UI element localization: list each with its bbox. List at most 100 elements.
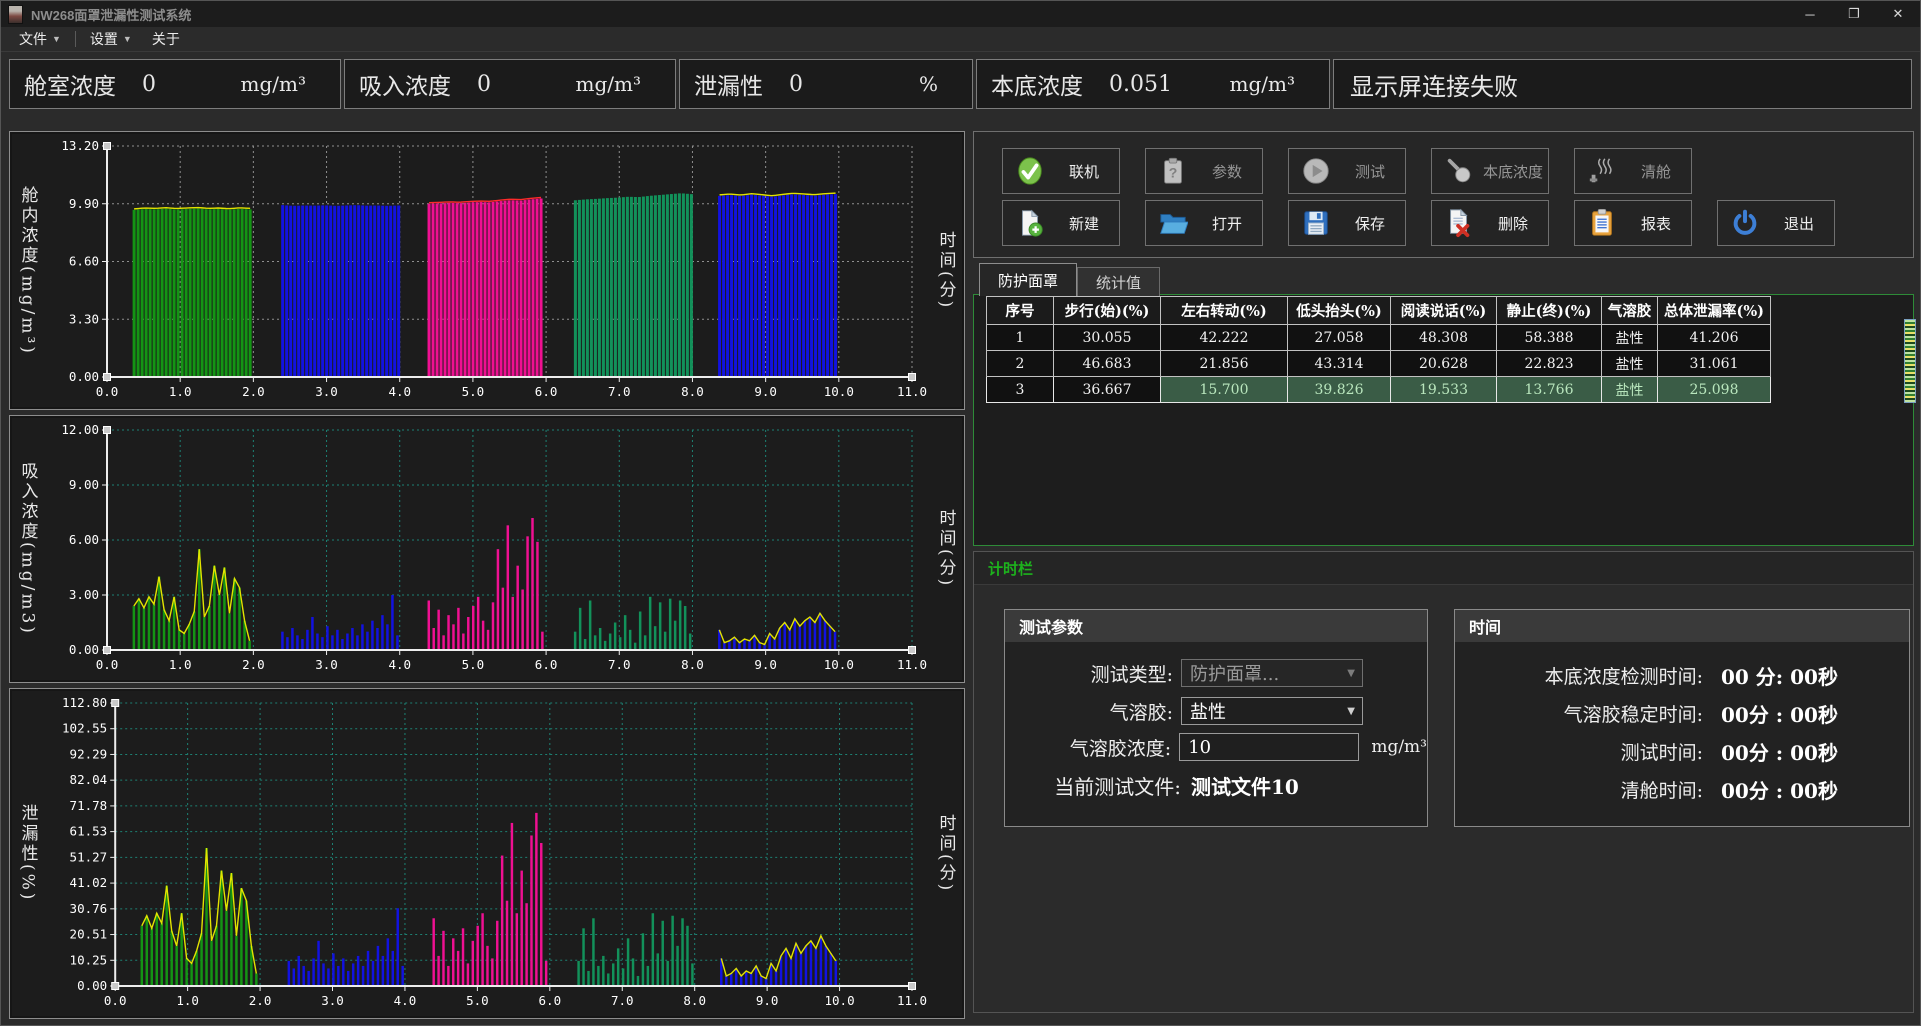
- table-cell: 39.826: [1288, 377, 1391, 403]
- play-button[interactable]: 测试: [1288, 148, 1406, 194]
- file-delete-button[interactable]: 删除: [1431, 200, 1549, 246]
- folder-open-button[interactable]: 打开: [1145, 200, 1263, 246]
- column-header: 步行(始)(%): [1054, 297, 1161, 325]
- readout-label: 本底浓度: [991, 67, 1083, 101]
- svg-text:112.80: 112.80: [62, 695, 107, 710]
- svg-text:6.0: 6.0: [535, 384, 558, 399]
- readout-unit: mg/m³: [241, 72, 307, 96]
- button-label: 保存: [1335, 213, 1405, 234]
- table-row[interactable]: 130.05542.22227.05848.30858.388盐性41.206: [987, 325, 1771, 351]
- test-params-panel: 测试参数 测试类型: 防护面罩... ▼ 气溶胶: 盐性 ▼ 气溶胶浓度: 10: [1004, 609, 1428, 827]
- aerosol-concentration-input[interactable]: 10: [1179, 733, 1359, 761]
- power-button[interactable]: 退出: [1717, 200, 1835, 246]
- check-circle-button[interactable]: 联机: [1002, 148, 1120, 194]
- aerosol-row: 气溶胶: 盐性 ▼: [1005, 696, 1427, 726]
- close-button[interactable]: ✕: [1876, 1, 1920, 27]
- chevron-down-icon: ▼: [52, 34, 61, 44]
- svg-text:10.0: 10.0: [824, 657, 854, 672]
- probe-button[interactable]: 本底浓度: [1431, 148, 1549, 194]
- svg-text:9.00: 9.00: [69, 477, 99, 492]
- results-tab-area: 防护面罩统计值 序号步行(始)(%)左右转动(%)低头抬头(%)阅读说话(%)静…: [973, 263, 1914, 546]
- svg-text:3.00: 3.00: [69, 587, 99, 602]
- time-row-value: 00 分: 00秒: [1721, 661, 1838, 690]
- tab-active[interactable]: 防护面罩: [979, 263, 1077, 296]
- svg-text:12.00: 12.00: [61, 422, 99, 437]
- level-indicator[interactable]: [1904, 319, 1916, 403]
- time-row-value: 00分 : 00秒: [1721, 699, 1838, 728]
- save-icon: [1301, 208, 1331, 238]
- svg-text:2.0: 2.0: [249, 993, 272, 1008]
- readout-1: 吸入浓度0mg/m³: [344, 59, 676, 109]
- button-label: 打开: [1192, 213, 1262, 234]
- svg-text:3.0: 3.0: [315, 657, 338, 672]
- readout-label: 泄漏性: [694, 67, 763, 101]
- svg-text:9.0: 9.0: [754, 384, 777, 399]
- svg-text:0.00: 0.00: [77, 978, 107, 993]
- svg-text:10.0: 10.0: [824, 384, 854, 399]
- table-cell: 21.856: [1161, 351, 1288, 377]
- minimize-button[interactable]: ─: [1788, 1, 1832, 27]
- time-rows: 本底浓度检测时间:00 分: 00秒气溶胶稳定时间:00分 : 00秒测试时间:…: [1455, 656, 1909, 808]
- table-cell: 20.628: [1391, 351, 1497, 377]
- button-label: 参数: [1192, 161, 1262, 182]
- svg-text:?: ?: [1169, 165, 1178, 181]
- svg-text:4.0: 4.0: [388, 657, 411, 672]
- inhaled-concentration-chart-panel: 吸入浓度(mg/m3) 0.003.006.009.0012.000.01.02…: [9, 415, 965, 683]
- maximize-button[interactable]: ❐: [1832, 1, 1876, 27]
- svg-text:41.02: 41.02: [70, 875, 108, 890]
- svg-text:6.0: 6.0: [535, 657, 558, 672]
- aerosol-concentration-unit: mg/m³: [1371, 737, 1427, 757]
- menu-item-label: 关于: [152, 29, 180, 49]
- aerosol-concentration-value: 10: [1188, 737, 1211, 758]
- table-header-row: 序号步行(始)(%)左右转动(%)低头抬头(%)阅读说话(%)静止(终)(%)气…: [987, 297, 1771, 325]
- purge-button[interactable]: 清舱: [1574, 148, 1692, 194]
- table-row[interactable]: 336.66715.70039.82619.53313.766盐性25.098: [987, 377, 1771, 403]
- purge-icon: [1587, 156, 1617, 186]
- button-label: 清舱: [1621, 161, 1691, 182]
- table-cell: 58.388: [1497, 325, 1602, 351]
- title-bar: NW268面罩泄漏性测试系统 ─❐✕: [1, 1, 1920, 27]
- svg-text:13.20: 13.20: [61, 138, 99, 153]
- file-new-button[interactable]: 新建: [1002, 200, 1120, 246]
- table-cell: 41.206: [1658, 325, 1771, 351]
- readout-bar: 舱室浓度0mg/m³吸入浓度0mg/m³泄漏性0%本底浓度0.051mg/m³显…: [9, 59, 1912, 109]
- table-row[interactable]: 246.68321.85643.31420.62822.823盐性31.061: [987, 351, 1771, 377]
- toolbar: 联机? 参数 测试本底浓度 清舱 新建 打开 保存 删除 报表 退出: [973, 131, 1914, 258]
- app-window: NW268面罩泄漏性测试系统 ─❐✕ 文件▼设置▼关于 舱室浓度0mg/m³吸入…: [0, 0, 1921, 1026]
- tab-inactive[interactable]: 统计值: [1077, 267, 1160, 296]
- table-cell: 2: [987, 351, 1054, 377]
- menu-item[interactable]: 设置▼: [80, 29, 142, 49]
- readout-label: 舱室浓度: [24, 67, 116, 101]
- svg-text:4.0: 4.0: [388, 384, 411, 399]
- table-cell: 31.061: [1658, 351, 1771, 377]
- test-type-select[interactable]: 防护面罩... ▼: [1181, 659, 1363, 687]
- aerosol-select[interactable]: 盐性 ▼: [1181, 697, 1363, 725]
- svg-text:10.0: 10.0: [825, 993, 855, 1008]
- svg-text:71.78: 71.78: [70, 798, 108, 813]
- button-label: 删除: [1478, 213, 1548, 234]
- table-cell: 盐性: [1602, 325, 1658, 351]
- menu-item[interactable]: 文件▼: [9, 29, 71, 49]
- svg-text:6.0: 6.0: [539, 993, 562, 1008]
- clipboard-question-button[interactable]: ? 参数: [1145, 148, 1263, 194]
- readout-unit: mg/m³: [576, 72, 642, 96]
- button-label: 报表: [1621, 213, 1691, 234]
- svg-text:0.00: 0.00: [69, 642, 99, 657]
- menu-item[interactable]: 关于: [142, 29, 190, 49]
- readout-value: 0.051: [1109, 72, 1172, 97]
- report-button[interactable]: 报表: [1574, 200, 1692, 246]
- save-button[interactable]: 保存: [1288, 200, 1406, 246]
- chevron-down-icon: ▼: [1347, 706, 1355, 717]
- time-row-value: 00分 : 00秒: [1721, 737, 1838, 766]
- svg-text:5.0: 5.0: [462, 657, 485, 672]
- svg-text:1.0: 1.0: [169, 384, 192, 399]
- cabin-concentration-chart-panel: 舱内浓度(mg/m³) 0.003.306.609.9013.200.01.02…: [9, 131, 965, 410]
- readout-unit: mg/m³: [1230, 72, 1296, 96]
- inhaled-chart-y-axis-title: 吸入浓度(mg/m3): [10, 416, 46, 682]
- time-panel: 时间 本底浓度检测时间:00 分: 00秒气溶胶稳定时间:00分 : 00秒测试…: [1454, 609, 1910, 827]
- table-cell: 42.222: [1161, 325, 1288, 351]
- time-row-label: 本底浓度检测时间:: [1455, 662, 1703, 689]
- table-cell: 22.823: [1497, 351, 1602, 377]
- svg-text:8.0: 8.0: [681, 384, 704, 399]
- menu-item-label: 设置: [90, 29, 118, 49]
